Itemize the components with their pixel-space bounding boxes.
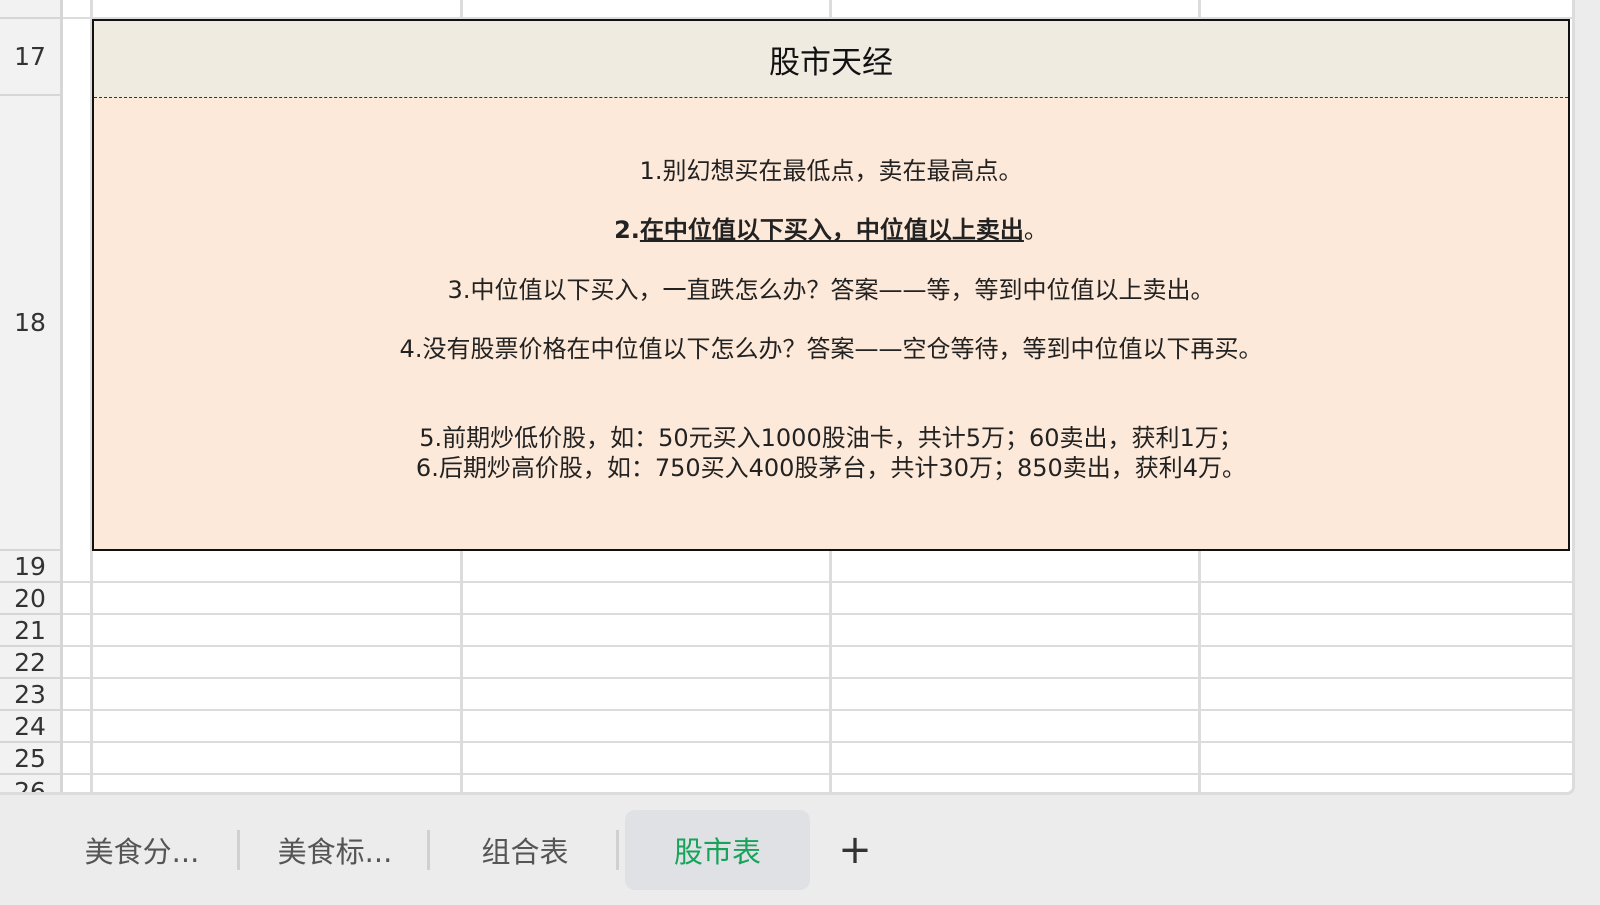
merged-cell-block[interactable]: 股市天经 1.别幻想买在最低点，卖在最高点。 2.在中位值以下买入，中位值以上卖… [92,19,1570,551]
sheet-tab-bar: 美食分... 美食标... 组合表 股市表 + [0,795,1600,905]
cell-title[interactable]: 股市天经 [94,21,1568,98]
cell-body[interactable]: 1.别幻想买在最低点，卖在最高点。 2.在中位值以下买入，中位值以上卖出。 3.… [94,98,1568,551]
column-divider [460,551,463,792]
grid-row [63,711,1572,743]
sheet-tab-3[interactable]: 组合表 [440,810,610,890]
rule-line-2: 2.在中位值以下买入，中位值以上卖出。 [94,215,1568,245]
row-header-26[interactable]: 26 [0,775,60,793]
column-divider [1198,0,1201,19]
grid-row [63,647,1572,679]
column-divider [460,0,463,19]
grid-row [63,0,1572,19]
row-header-19[interactable]: 19 [0,551,60,583]
row-header-20[interactable]: 20 [0,583,60,615]
add-sheet-button[interactable]: + [830,810,880,890]
tab-divider [616,830,619,870]
grid-row [63,679,1572,711]
row-header-21[interactable]: 21 [0,615,60,647]
rule-line-2-prefix: 2. [614,216,640,244]
tab-divider [237,830,240,870]
rule-line-3: 3.中位值以下买入，一直跌怎么办？答案——等，等到中位值以上卖出。 [447,276,1215,304]
grid-row [63,583,1572,615]
rule-line-1: 1.别幻想买在最低点，卖在最高点。 [639,157,1023,185]
row-header-24[interactable]: 24 [0,711,60,743]
row-header-25[interactable]: 25 [0,743,60,775]
sheet-tab-1[interactable]: 美食分... [62,810,222,890]
sheet-tab-2[interactable]: 美食标... [250,810,420,890]
row-header-16[interactable] [0,0,60,19]
rule-line-2-suffix: 。 [1023,216,1048,244]
row-header-18[interactable]: 18 [0,96,60,551]
column-divider [829,551,832,792]
rule-line-4: 4.没有股票价格在中位值以下怎么办？答案——空仓等待，等到中位值以下再买。 [399,335,1263,363]
column-divider [829,0,832,19]
row-header-17[interactable]: 17 [0,19,60,96]
rule-line-5: 5.前期炒低价股，如：50元买入1000股油卡，共计5万；60卖出，获利1万； [419,424,1243,452]
tab-divider [427,830,430,870]
grid-row [63,551,1572,583]
column-divider [1198,551,1201,792]
row-header-23[interactable]: 23 [0,679,60,711]
spreadsheet-grid[interactable]: 17 18 19 20 21 22 23 24 25 26 股市天经 1.别幻想… [0,0,1575,795]
grid-row [63,615,1572,647]
rule-line-2-underlined: 在中位值以下买入，中位值以上卖出 [639,216,1024,244]
row-header-22[interactable]: 22 [0,647,60,679]
rule-line-6: 6.后期炒高价股，如：750买入400股茅台，共计30万；850卖出，获利4万。 [415,454,1247,482]
grid-row [63,743,1572,775]
sheet-tab-4[interactable]: 股市表 [625,810,810,890]
